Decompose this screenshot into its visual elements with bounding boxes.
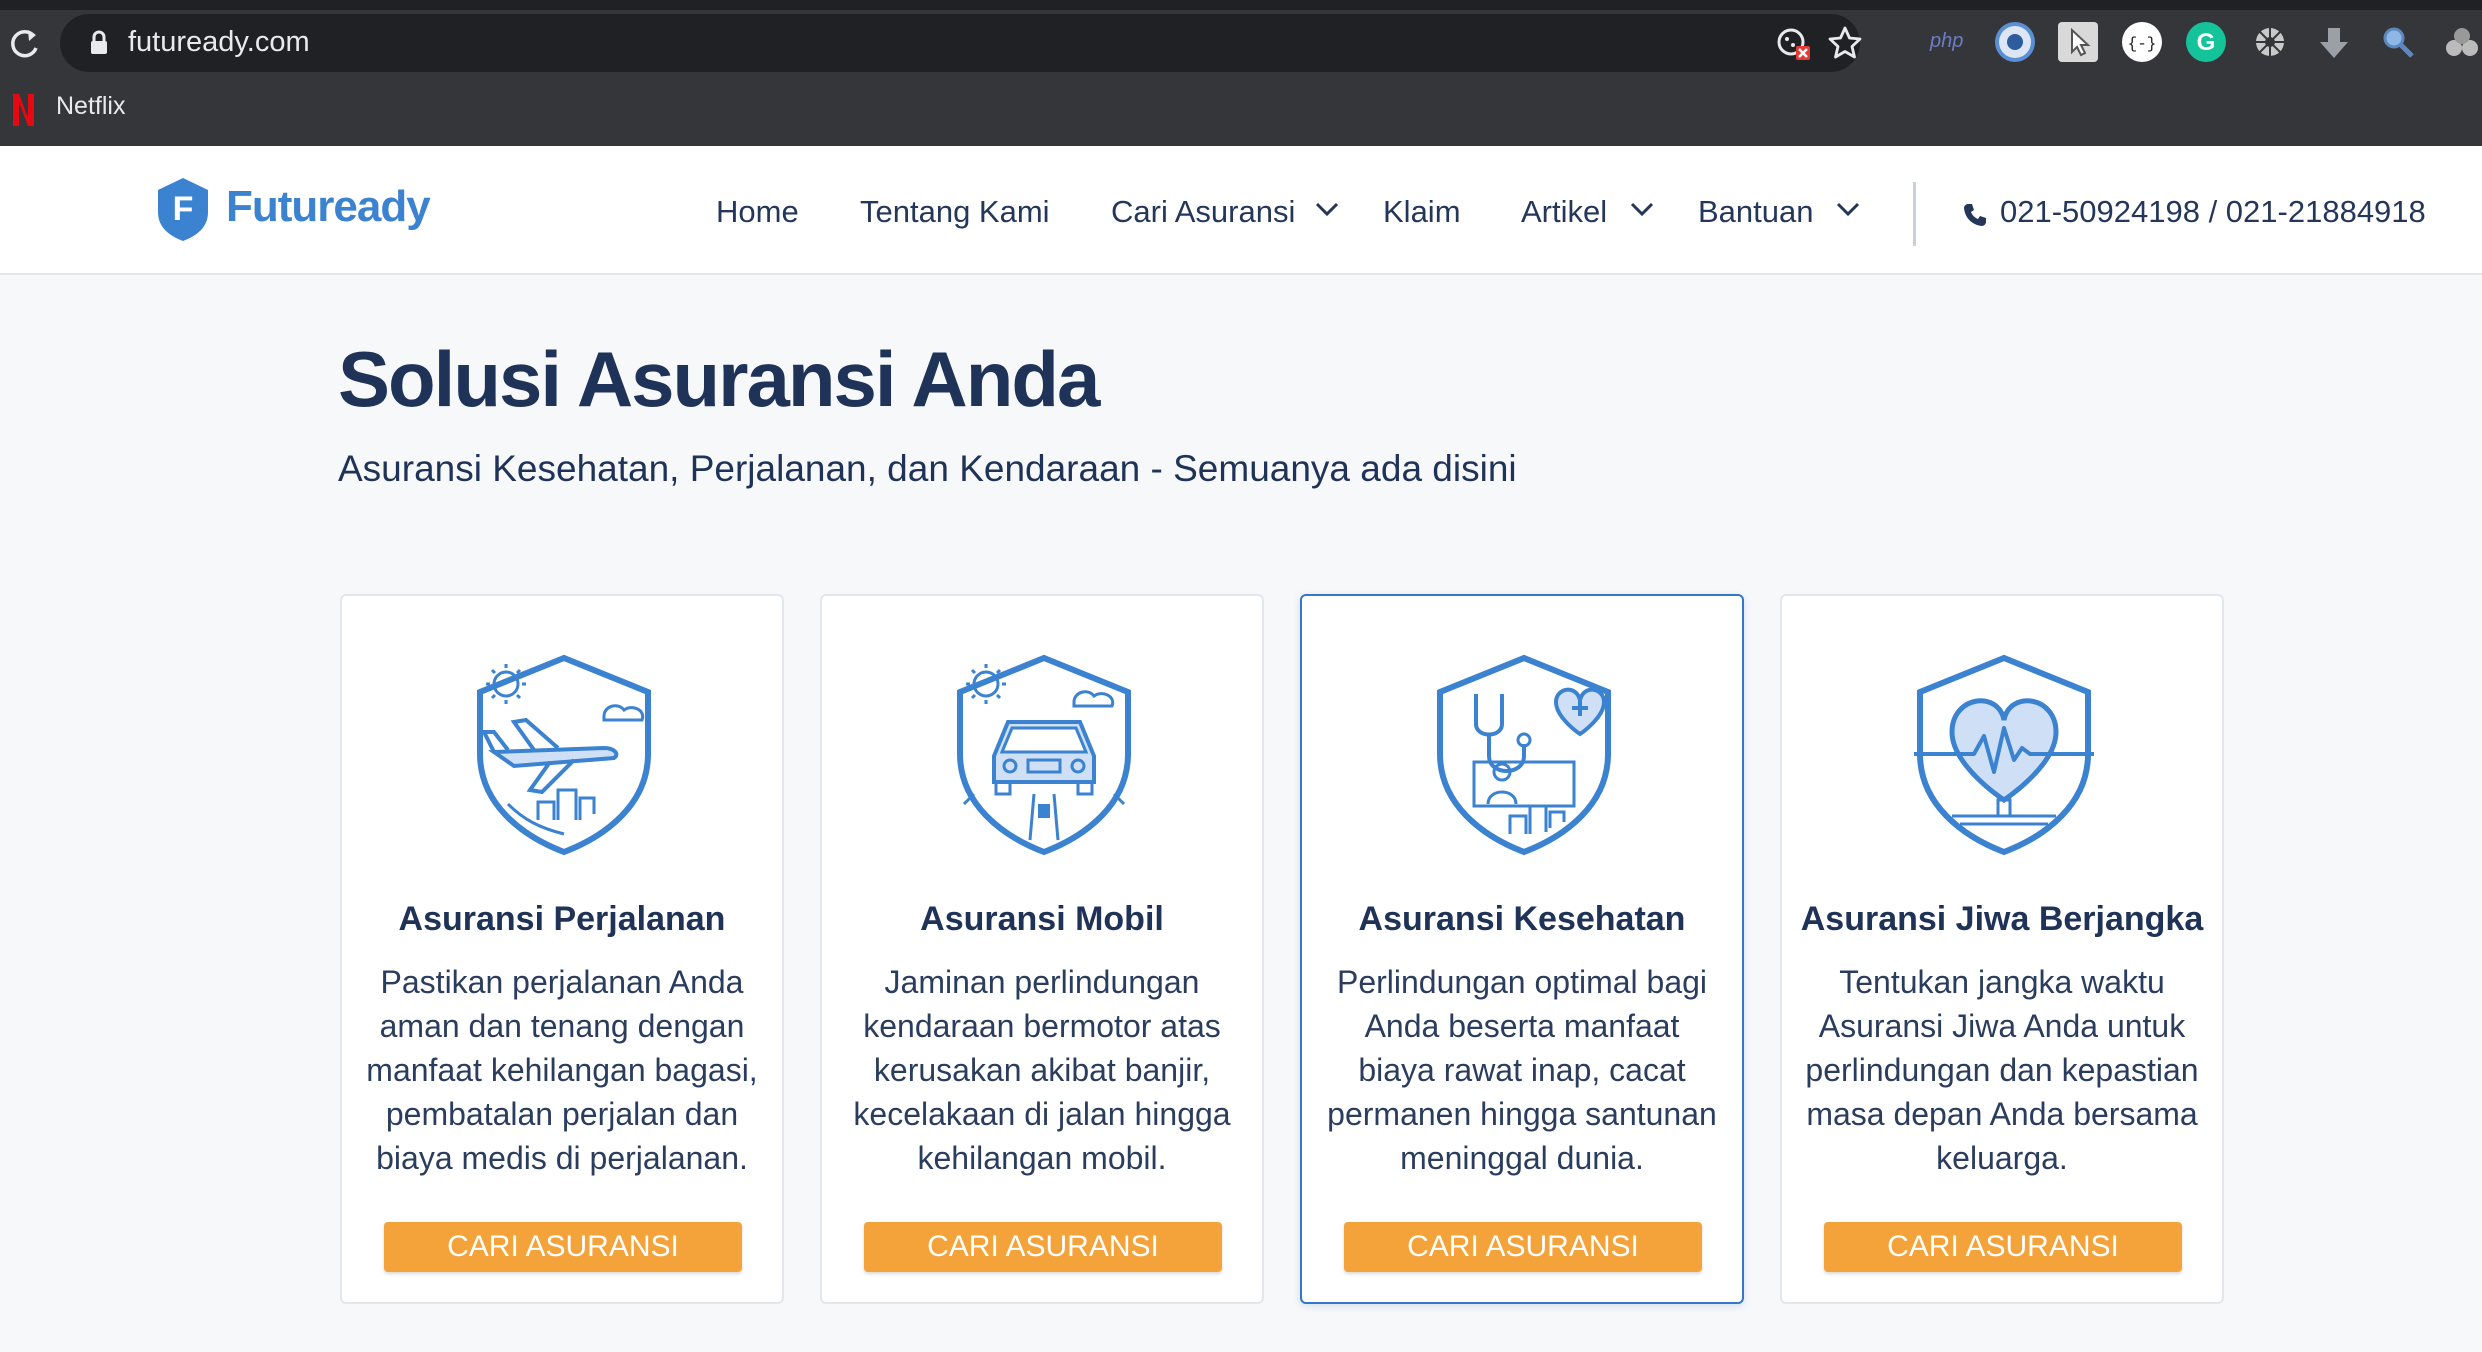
svg-text:G: G bbox=[2197, 29, 2216, 56]
nav-klaim[interactable]: Klaim bbox=[1383, 194, 1461, 230]
circle-extension-icon[interactable] bbox=[1995, 22, 2035, 62]
blocked-cookie-icon[interactable] bbox=[1774, 24, 1812, 62]
card-asuransi-perjalanan[interactable]: Asuransi Perjalanan Pastikan perjalanan … bbox=[340, 594, 784, 1304]
svg-text:{-}: {-} bbox=[2128, 35, 2157, 53]
nav-cari-asuransi[interactable]: Cari Asuransi bbox=[1111, 194, 1295, 230]
card-title: Asuransi Kesehatan bbox=[1358, 900, 1686, 938]
nav-artikel[interactable]: Artikel bbox=[1521, 194, 1607, 230]
reload-icon[interactable] bbox=[4, 24, 44, 64]
card-asuransi-kesehatan[interactable]: Asuransi Kesehatan Perlindungan optimal … bbox=[1300, 594, 1744, 1304]
download-icon[interactable] bbox=[2314, 22, 2354, 62]
netflix-icon[interactable] bbox=[10, 92, 36, 128]
cari-asuransi-button[interactable]: CARI ASURANSI bbox=[864, 1222, 1222, 1272]
card-title: Asuransi Mobil bbox=[920, 900, 1164, 938]
cursor-extension-icon[interactable] bbox=[2058, 22, 2098, 62]
lock-icon[interactable] bbox=[84, 28, 114, 58]
grammarly-extension-icon[interactable]: G bbox=[2186, 22, 2226, 62]
health-shield-icon bbox=[1437, 654, 1611, 856]
json-extension-icon[interactable]: {-} bbox=[2122, 22, 2162, 62]
chevron-down-icon[interactable] bbox=[1315, 201, 1339, 217]
star-icon[interactable] bbox=[1826, 24, 1864, 62]
card-asuransi-mobil[interactable]: Asuransi Mobil Jaminan perlindungan kend… bbox=[820, 594, 1264, 1304]
site-header: F Futuready Home Tentang Kami Cari Asura… bbox=[0, 146, 2482, 275]
url-text[interactable]: futuready.com bbox=[128, 26, 310, 59]
address-bar[interactable]: futuready.com bbox=[60, 14, 1862, 72]
php-extension-icon[interactable]: php bbox=[1930, 22, 1974, 62]
cari-asuransi-button[interactable]: CARI ASURANSI bbox=[1344, 1222, 1702, 1272]
card-title: Asuransi Jiwa Berjangka bbox=[1800, 900, 2204, 938]
card-title: Asuransi Perjalanan bbox=[398, 900, 726, 938]
logo-text[interactable]: Futuready bbox=[226, 182, 431, 232]
bookmark-netflix[interactable]: Netflix bbox=[56, 92, 125, 121]
card-description: Pastikan perjalanan Anda aman dan tenang… bbox=[366, 964, 758, 1176]
phone-icon bbox=[1964, 204, 1986, 226]
chevron-down-icon[interactable] bbox=[1630, 201, 1654, 217]
chevron-down-icon[interactable] bbox=[1836, 201, 1860, 217]
puzzle-extension-icon[interactable] bbox=[2442, 22, 2482, 62]
travel-shield-icon bbox=[477, 654, 651, 856]
nav-divider bbox=[1913, 182, 1916, 246]
page-title: Solusi Asuransi Anda bbox=[338, 335, 1100, 423]
browser-chrome: futuready.com php {-} G Netflix bbox=[0, 0, 2482, 146]
card-asuransi-jiwa-berjangka[interactable]: Asuransi Jiwa Berjangka Tentukan jangka … bbox=[1780, 594, 2224, 1304]
nav-bantuan[interactable]: Bantuan bbox=[1698, 194, 1814, 230]
gear-extension-icon[interactable] bbox=[2250, 22, 2290, 62]
cari-asuransi-button[interactable]: CARI ASURANSI bbox=[1824, 1222, 2182, 1272]
car-shield-icon bbox=[957, 654, 1131, 856]
card-description: Perlindungan optimal bagi Anda beserta m… bbox=[1327, 964, 1717, 1176]
tab-strip-edge bbox=[0, 0, 2482, 10]
life-shield-icon bbox=[1914, 654, 2094, 856]
phone-number[interactable]: 021-50924198 / 021-21884918 bbox=[2000, 194, 2426, 230]
page-subtitle: Asuransi Kesehatan, Perjalanan, dan Kend… bbox=[338, 448, 1517, 489]
search-extension-icon[interactable] bbox=[2378, 22, 2418, 62]
nav-tentang-kami[interactable]: Tentang Kami bbox=[860, 194, 1050, 230]
nav-home[interactable]: Home bbox=[716, 194, 799, 230]
card-description: Tentukan jangka waktu Asuransi Jiwa Anda… bbox=[1805, 964, 2199, 1176]
logo-letter: F bbox=[173, 190, 194, 228]
futuready-logo-icon[interactable]: F bbox=[156, 176, 210, 242]
cari-asuransi-button[interactable]: CARI ASURANSI bbox=[384, 1222, 742, 1272]
card-description: Jaminan perlindungan kendaraan bermotor … bbox=[853, 964, 1231, 1176]
